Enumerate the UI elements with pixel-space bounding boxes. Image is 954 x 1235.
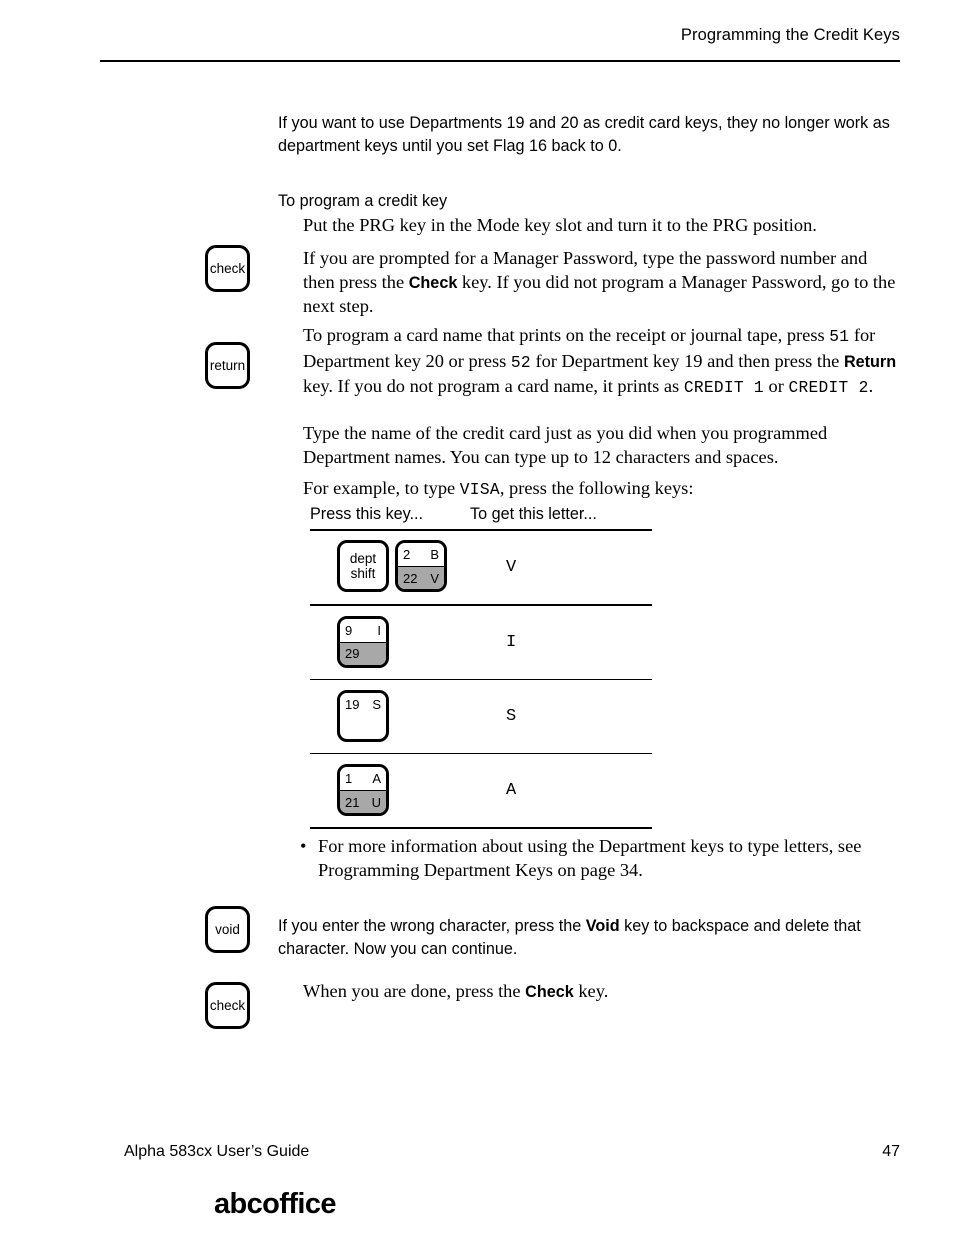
footer-page-number: 47 bbox=[882, 1143, 900, 1160]
step-5-paragraph: For example, to type VISA, press the fol… bbox=[303, 477, 903, 503]
table-cell-keys: 19 S bbox=[310, 680, 470, 753]
table-cell-letter: I bbox=[506, 632, 517, 652]
key-bottom-half: 21 U bbox=[340, 790, 386, 814]
done-note-paragraph: When you are done, press the Check key. bbox=[303, 980, 903, 1005]
step-5-text-part-1: For example, to type bbox=[303, 478, 460, 498]
key-bottom-half: 29 bbox=[340, 641, 386, 665]
key-top-left-label: 1 bbox=[345, 771, 353, 787]
step-4-paragraph: Type the name of the credit card just as… bbox=[303, 423, 828, 467]
step-3-text-part-3: for Department key 19 and then press the bbox=[530, 350, 844, 371]
table-cell-keys: dept shift 2 B 22 V bbox=[310, 531, 470, 604]
margin-key-void-label: void bbox=[215, 922, 240, 937]
key-top-half: 19 S bbox=[340, 692, 386, 716]
void-note-part-1: If you enter the wrong character, press … bbox=[278, 917, 586, 935]
step-3-key-return: Return bbox=[843, 352, 897, 371]
table-row: 19 S S bbox=[310, 680, 652, 753]
table-cell-keys: 9 I 29 bbox=[310, 606, 470, 679]
table-header-press-this-key: Press this key... bbox=[310, 505, 424, 523]
step-2-paragraph: If you are prompted for a Manager Passwo… bbox=[303, 247, 903, 319]
key-dept-9-i-29: 9 I 29 bbox=[337, 615, 389, 668]
step-3-text-part-4: key. If you do not program a card name, … bbox=[303, 376, 684, 396]
intro-paragraph: If you want to use Departments 19 and 20… bbox=[278, 112, 903, 158]
intro-line-1: If you want to use Departments 19 and 20… bbox=[278, 114, 830, 132]
table-row: dept shift 2 B 22 V V bbox=[310, 531, 652, 604]
key-top-right-label: S bbox=[372, 696, 381, 712]
key-dept-19-s: 19 S bbox=[337, 689, 389, 742]
margin-key-return: return bbox=[205, 342, 250, 389]
void-note-key-void: Void bbox=[585, 917, 620, 935]
step-3-code-credit-1: CREDIT 1 bbox=[683, 379, 764, 397]
key-bottom-left-label: 22 bbox=[403, 570, 418, 586]
table-cell-letter: V bbox=[506, 558, 517, 578]
key-top-left-label: 2 bbox=[403, 547, 411, 563]
margin-key-check-1-label: check bbox=[209, 261, 246, 276]
key-dept-shift-line-2: shift bbox=[350, 566, 376, 582]
margin-key-check-2-label: check bbox=[209, 998, 246, 1013]
key-bottom-half: 22 V bbox=[398, 566, 444, 590]
key-top-left-label: 19 bbox=[345, 696, 360, 712]
done-note-key-check: Check bbox=[525, 983, 574, 1001]
page-footer: Alpha 583cx User’s Guide 47 bbox=[124, 1143, 900, 1161]
step-3-text-part-6: . bbox=[868, 376, 874, 396]
abcoffice-logo: abcoffice bbox=[214, 1188, 337, 1220]
key-top-left-label: 9 bbox=[345, 622, 353, 638]
table-row: 9 I 29 I bbox=[310, 606, 652, 679]
done-note-part-1: When you are done, press the bbox=[303, 981, 526, 1001]
bullet-note: • For more information about using the D… bbox=[300, 835, 900, 882]
bullet-marker-icon: • bbox=[300, 836, 307, 856]
step-5-text-part-2: , press the following keys: bbox=[499, 478, 694, 498]
step-3-text-part-1: To program a card name that prints on th… bbox=[303, 325, 830, 345]
key-bottom-right-label: U bbox=[371, 794, 381, 810]
key-top-right-label: B bbox=[430, 547, 439, 563]
key-dept-1-a-21-u: 1 A 21 U bbox=[337, 764, 389, 817]
void-note-paragraph: If you enter the wrong character, press … bbox=[278, 915, 903, 961]
step-3-paragraph: To program a card name that prints on th… bbox=[303, 324, 903, 401]
table-row: 1 A 21 U A bbox=[310, 754, 652, 827]
bullet-note-text: For more information about using the Dep… bbox=[318, 836, 862, 880]
step-1-paragraph: Put the PRG key in the Mode key slot and… bbox=[303, 215, 817, 235]
step-3-code-credit-2: CREDIT 2 bbox=[788, 379, 869, 397]
key-top-half: 2 B bbox=[398, 543, 444, 567]
section-heading: To program a credit key bbox=[278, 192, 448, 210]
page-running-header: Programming the Credit Keys bbox=[100, 26, 900, 66]
margin-key-check-1: check bbox=[205, 245, 250, 292]
margin-key-return-label: return bbox=[209, 358, 246, 373]
key-dept-shift-line-1: dept bbox=[349, 550, 377, 566]
key-dept-shift: dept shift bbox=[337, 540, 389, 593]
footer-guide-title: Alpha 583cx User’s Guide bbox=[124, 1143, 310, 1160]
margin-key-check-2: check bbox=[205, 982, 250, 1029]
table-cell-keys: 1 A 21 U bbox=[310, 754, 470, 827]
step-3-code-51: 51 bbox=[829, 328, 850, 346]
step-3-text-part-5: or bbox=[763, 376, 789, 396]
page-header-title: Programming the Credit Keys bbox=[680, 26, 900, 44]
key-bottom-right-label: V bbox=[430, 570, 439, 586]
step-5-code-visa: VISA bbox=[459, 481, 500, 499]
table-header-row: Press this key... To get this letter... bbox=[310, 505, 652, 529]
table-cell-letter: A bbox=[506, 781, 517, 801]
key-dept-2-b-22-v: 2 B 22 V bbox=[395, 540, 447, 593]
table-row-divider bbox=[310, 827, 652, 829]
done-note-part-2: key. bbox=[573, 981, 609, 1001]
step-2-key-check: Check bbox=[408, 273, 458, 292]
key-bottom-left-label: 29 bbox=[345, 646, 360, 662]
header-divider bbox=[100, 60, 900, 62]
press-key-letter-table: Press this key... To get this letter... … bbox=[310, 505, 652, 829]
step-3-code-52: 52 bbox=[510, 353, 531, 372]
table-header-to-get-this-letter: To get this letter... bbox=[470, 505, 597, 523]
key-bottom-left-label: 21 bbox=[345, 794, 360, 810]
key-top-right-label: A bbox=[372, 771, 381, 787]
key-top-half: 9 I bbox=[340, 618, 386, 642]
key-top-half: 1 A bbox=[340, 767, 386, 791]
key-top-right-label: I bbox=[377, 622, 381, 638]
table-cell-letter: S bbox=[506, 706, 517, 726]
margin-key-void: void bbox=[205, 906, 250, 953]
